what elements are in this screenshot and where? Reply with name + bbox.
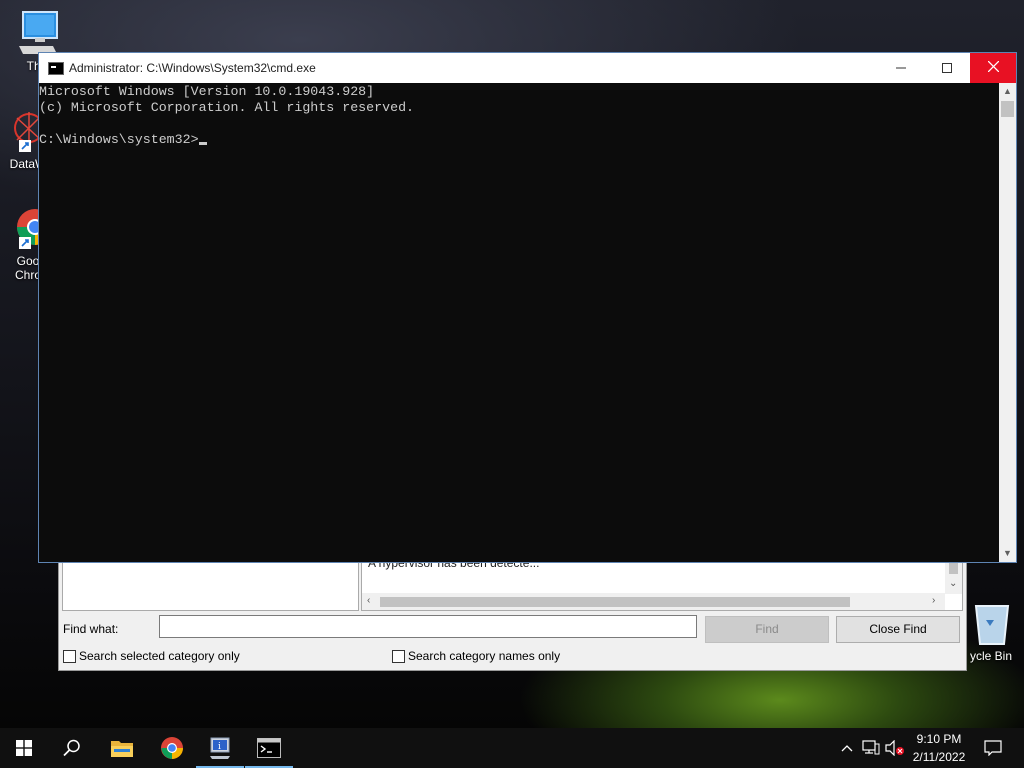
chevron-down-icon[interactable]: ▼ [999, 545, 1016, 562]
taskbar: i 9:10 PM 2/11/2022 [0, 728, 1024, 768]
details-list-pane[interactable]: A hypervisor has been detecte... ⌄ ‹ › [361, 561, 963, 611]
chevron-right-icon[interactable]: › [932, 595, 935, 606]
computer-icon [19, 11, 58, 54]
chevron-up-icon[interactable]: ▲ [999, 83, 1016, 100]
console-prompt: C:\Windows\system32> [39, 132, 199, 147]
network-icon [862, 740, 880, 755]
horizontal-scrollbar[interactable]: ‹ › [362, 593, 945, 610]
console-line: Microsoft Windows [Version 10.0.19043.92… [39, 84, 375, 99]
command-prompt-window[interactable]: Administrator: C:\Windows\System32\cmd.e… [38, 52, 1017, 563]
find-what-input[interactable] [159, 615, 697, 638]
minimize-button[interactable] [878, 53, 924, 83]
search-icon [63, 739, 80, 757]
notification-icon [984, 740, 1002, 756]
taskbar-file-explorer[interactable] [98, 728, 146, 768]
taskbar-clock[interactable]: 9:10 PM 2/11/2022 [903, 730, 975, 766]
search-button[interactable] [48, 728, 96, 768]
close-button[interactable] [970, 53, 1016, 83]
vertical-scrollbar[interactable]: ▲ ▼ [999, 83, 1016, 562]
scrollbar-thumb[interactable] [1001, 101, 1014, 117]
folder-icon [111, 741, 133, 757]
start-button[interactable] [0, 728, 48, 768]
minimize-icon [896, 67, 906, 69]
checkbox-label: Search selected category only [79, 649, 240, 663]
maximize-icon [942, 63, 952, 73]
svg-text:i: i [218, 742, 221, 752]
desktop-icon-recycle-bin[interactable]: ycle Bin [958, 602, 1024, 663]
taskbar-command-prompt[interactable] [245, 728, 293, 768]
close-icon [987, 60, 999, 73]
find-button[interactable]: Find [705, 616, 829, 643]
taskbar-system-information[interactable]: i [196, 728, 244, 768]
checkbox-box[interactable] [63, 649, 76, 663]
clock-date: 2/11/2022 [912, 750, 966, 764]
search-selected-category-checkbox[interactable]: Search selected category only [63, 649, 240, 663]
chevron-up-icon [841, 745, 853, 752]
chevron-left-icon[interactable]: ‹ [367, 595, 370, 606]
window-title: Administrator: C:\Windows\System32\cmd.e… [69, 61, 316, 75]
show-hidden-icons-button[interactable] [838, 728, 856, 768]
search-category-names-checkbox[interactable]: Search category names only [392, 649, 560, 663]
command-prompt-icon [257, 738, 281, 758]
cmd-app-icon[interactable] [48, 62, 64, 75]
system-information-window: A hypervisor has been detecte... ⌄ ‹ › F… [58, 548, 967, 671]
title-bar[interactable]: Administrator: C:\Windows\System32\cmd.e… [39, 53, 1016, 83]
recycle-bin-icon [974, 605, 1010, 645]
scrollbar-thumb[interactable] [380, 597, 850, 607]
console-output[interactable]: Microsoft Windows [Version 10.0.19043.92… [39, 83, 999, 562]
category-tree-pane[interactable] [62, 561, 359, 611]
close-find-button[interactable]: Close Find [836, 616, 960, 643]
chevron-down-icon[interactable]: ⌄ [949, 578, 957, 589]
checkbox-box[interactable] [392, 649, 405, 663]
text-cursor [198, 142, 207, 145]
vertical-scrollbar[interactable]: ⌄ [945, 562, 962, 594]
taskbar-chrome[interactable] [148, 728, 196, 768]
volume-muted-icon [885, 740, 904, 756]
scrollbar-thumb[interactable] [949, 562, 958, 574]
console-line: (c) Microsoft Corporation. All rights re… [39, 100, 415, 115]
action-center-button[interactable] [978, 728, 1008, 768]
desktop-icon-label: ycle Bin [969, 649, 1013, 663]
maximize-button[interactable] [924, 53, 970, 83]
checkbox-label: Search category names only [408, 649, 561, 663]
find-what-label: Find what: [63, 622, 119, 636]
chrome-icon [161, 737, 183, 759]
console-prompt-line[interactable]: C:\Windows\system32> [39, 132, 999, 148]
clock-time: 9:10 PM [916, 732, 962, 746]
windows-logo-icon [16, 740, 32, 756]
system-information-icon: i [210, 737, 230, 759]
network-button[interactable] [860, 728, 882, 768]
